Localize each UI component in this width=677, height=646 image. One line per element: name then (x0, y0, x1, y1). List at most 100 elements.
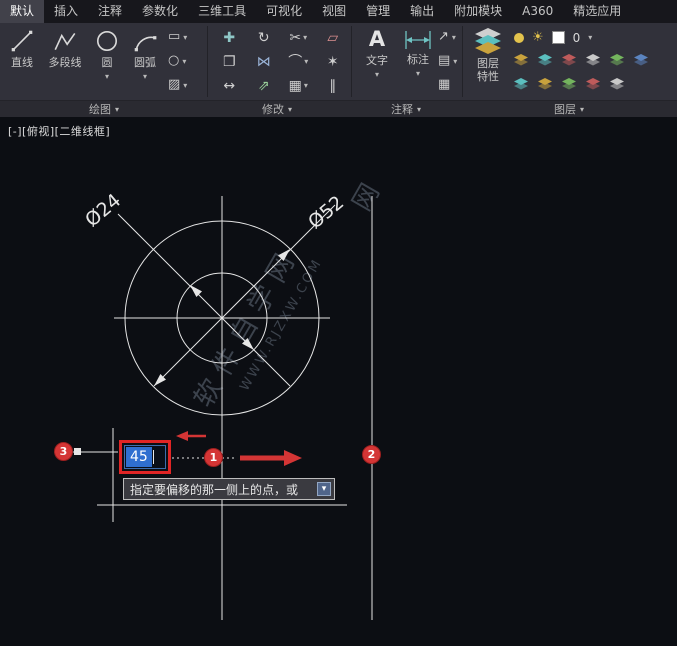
array-icon: ▦ (289, 77, 302, 95)
polyline-label: 多段线 (49, 56, 82, 69)
callout-badge-1: 1 (204, 448, 223, 467)
layer-tool-button[interactable] (538, 78, 552, 90)
rotate-icon: ↻ (258, 29, 270, 47)
dimension-button[interactable]: 标注 ▾ (398, 29, 438, 80)
stretch-button[interactable]: ↔ (212, 74, 247, 97)
array-button[interactable]: ▦▾ (281, 74, 316, 97)
layer-tool-button[interactable] (610, 54, 624, 66)
table-button[interactable]: ▦ (438, 77, 450, 93)
copy-button[interactable]: ❐ (212, 50, 247, 73)
mirror-button[interactable]: ⋈ (247, 50, 282, 73)
annotate-panel-label[interactable]: 注释 ▾ (352, 101, 460, 117)
layer-tool-button[interactable] (634, 54, 648, 66)
tab-output[interactable]: 输出 (400, 0, 444, 23)
modify-panel-label-text: 修改 (262, 101, 284, 117)
layers-panel-label[interactable]: 图层 ▾ (505, 101, 633, 117)
chevron-down-icon: ▾ (182, 57, 186, 66)
callout-badge-2: 2 (362, 445, 381, 464)
tab-view[interactable]: 视图 (312, 0, 356, 23)
arc-button[interactable]: 圆弧 ▾ (126, 28, 164, 83)
tab-annotate[interactable]: 注释 (88, 0, 132, 23)
line-label: 直线 (11, 56, 33, 69)
rectangle-icon: ▭ (168, 29, 180, 45)
tab-parametric[interactable]: 参数化 (132, 0, 188, 23)
drawing-geometry[interactable]: Ø24 Ø52 (0, 117, 677, 646)
highlight-red-box: 45 (119, 440, 171, 474)
drawing-lines (54, 196, 372, 620)
rotate-button[interactable]: ↻ (247, 26, 282, 49)
layer-tool-button[interactable] (586, 54, 600, 66)
layer-tool-button[interactable] (538, 54, 552, 66)
tab-3d-tools[interactable]: 三维工具 (188, 0, 256, 23)
dimension-label-outer: Ø52 (304, 191, 348, 233)
layer-tool-button[interactable] (610, 78, 624, 90)
move-icon: ✚ (223, 29, 235, 47)
panel-separator (351, 26, 352, 97)
grip-point[interactable] (74, 448, 81, 455)
tab-visualize[interactable]: 可视化 (256, 0, 312, 23)
ribbon: 直线 多段线 圆 ▾ 圆弧 ▾ ▭ ▾ ○ ▾ ▨ ▾ ✚ (0, 23, 677, 100)
offset-button[interactable]: ∥ (316, 74, 351, 97)
layer-properties-button[interactable]: 图层特性 (466, 27, 510, 83)
text-icon: A (358, 26, 396, 52)
dimension-icon (403, 29, 433, 51)
dimension-label-inner: Ø24 (81, 189, 125, 231)
modify-panel-label[interactable]: 修改 ▾ (213, 101, 341, 117)
mirror-icon: ⋈ (257, 53, 271, 71)
fillet-button[interactable]: ⌒▾ (281, 50, 316, 73)
scale-button[interactable]: ⇗ (247, 74, 282, 97)
tab-add-ins[interactable]: 附加模块 (444, 0, 512, 23)
layer-color-swatch[interactable] (552, 31, 565, 44)
circle-button[interactable]: 圆 ▾ (90, 28, 124, 83)
tab-home[interactable]: 默认 (0, 0, 44, 23)
layer-tool-button[interactable] (514, 78, 528, 90)
expand-options-icon[interactable]: ▾ (317, 482, 331, 496)
dynamic-input-field[interactable]: 45 (124, 445, 166, 469)
layer-tools-row-2 (514, 78, 624, 90)
layer-thaw-icon[interactable]: ☀ (532, 30, 544, 45)
panel-label-strip: 绘图 ▾ 修改 ▾ 注释 ▾ 图层 ▾ (0, 100, 677, 118)
current-layer-name[interactable]: 0 (573, 31, 581, 45)
layer-tool-button[interactable] (514, 54, 528, 66)
trim-button[interactable]: ✂▾ (281, 26, 316, 49)
command-prompt-tooltip: 指定要偏移的那一侧上的点，或 ▾ (123, 478, 335, 500)
tab-featured-apps[interactable]: 精选应用 (563, 0, 631, 23)
copy-icon: ❐ (223, 53, 236, 71)
layer-dropdown-icon[interactable]: ▾ (588, 33, 592, 42)
scale-icon: ⇗ (258, 77, 270, 95)
mtext-button[interactable]: ▤ ▾ (438, 53, 457, 69)
ellipse-button[interactable]: ○ ▾ (168, 53, 186, 69)
layer-tool-button[interactable] (562, 78, 576, 90)
layer-tool-button[interactable] (562, 54, 576, 66)
line-button[interactable]: 直线 (2, 28, 42, 69)
dimension-label: 标注 (407, 53, 429, 66)
ribbon-tab-bar: 默认 插入 注释 参数化 三维工具 可视化 视图 管理 输出 附加模块 A360… (0, 0, 677, 23)
offset-icon: ∥ (329, 77, 336, 95)
tab-manage[interactable]: 管理 (356, 0, 400, 23)
dynamic-input-value: 45 (126, 447, 152, 467)
tab-a360[interactable]: A360 (512, 0, 563, 23)
model-space[interactable]: [-][俯视][二维线框] 软件自学网 WWW.RJZXW.COM 网 (0, 117, 677, 646)
draw-panel-label[interactable]: 绘图 ▾ (40, 101, 168, 117)
hatch-button[interactable]: ▨ ▾ (168, 77, 187, 93)
layer-state-row: ☀ 0 ▾ (514, 30, 592, 45)
text-button[interactable]: A 文字 ▾ (358, 26, 396, 81)
draw-panel-label-text: 绘图 (89, 101, 111, 117)
chevron-down-icon: ▾ (90, 70, 124, 83)
layer-properties-label: 图层特性 (475, 57, 501, 83)
erase-button[interactable]: ▱ (316, 26, 351, 49)
polyline-icon (52, 28, 78, 54)
chevron-down-icon: ▾ (304, 57, 308, 66)
layer-tool-button[interactable] (586, 78, 600, 90)
polyline-button[interactable]: 多段线 (42, 28, 88, 69)
explode-icon: ✶ (327, 53, 339, 71)
dimension-line-outer (154, 205, 335, 386)
tab-insert[interactable]: 插入 (44, 0, 88, 23)
explode-button[interactable]: ✶ (316, 50, 351, 73)
chevron-down-icon: ▾ (580, 105, 584, 114)
layer-on-icon[interactable] (514, 33, 524, 43)
move-button[interactable]: ✚ (212, 26, 247, 49)
leader-button[interactable]: ↗ ▾ (438, 29, 456, 45)
rectangle-button[interactable]: ▭ ▾ (168, 29, 187, 45)
stretch-icon: ↔ (223, 77, 235, 95)
